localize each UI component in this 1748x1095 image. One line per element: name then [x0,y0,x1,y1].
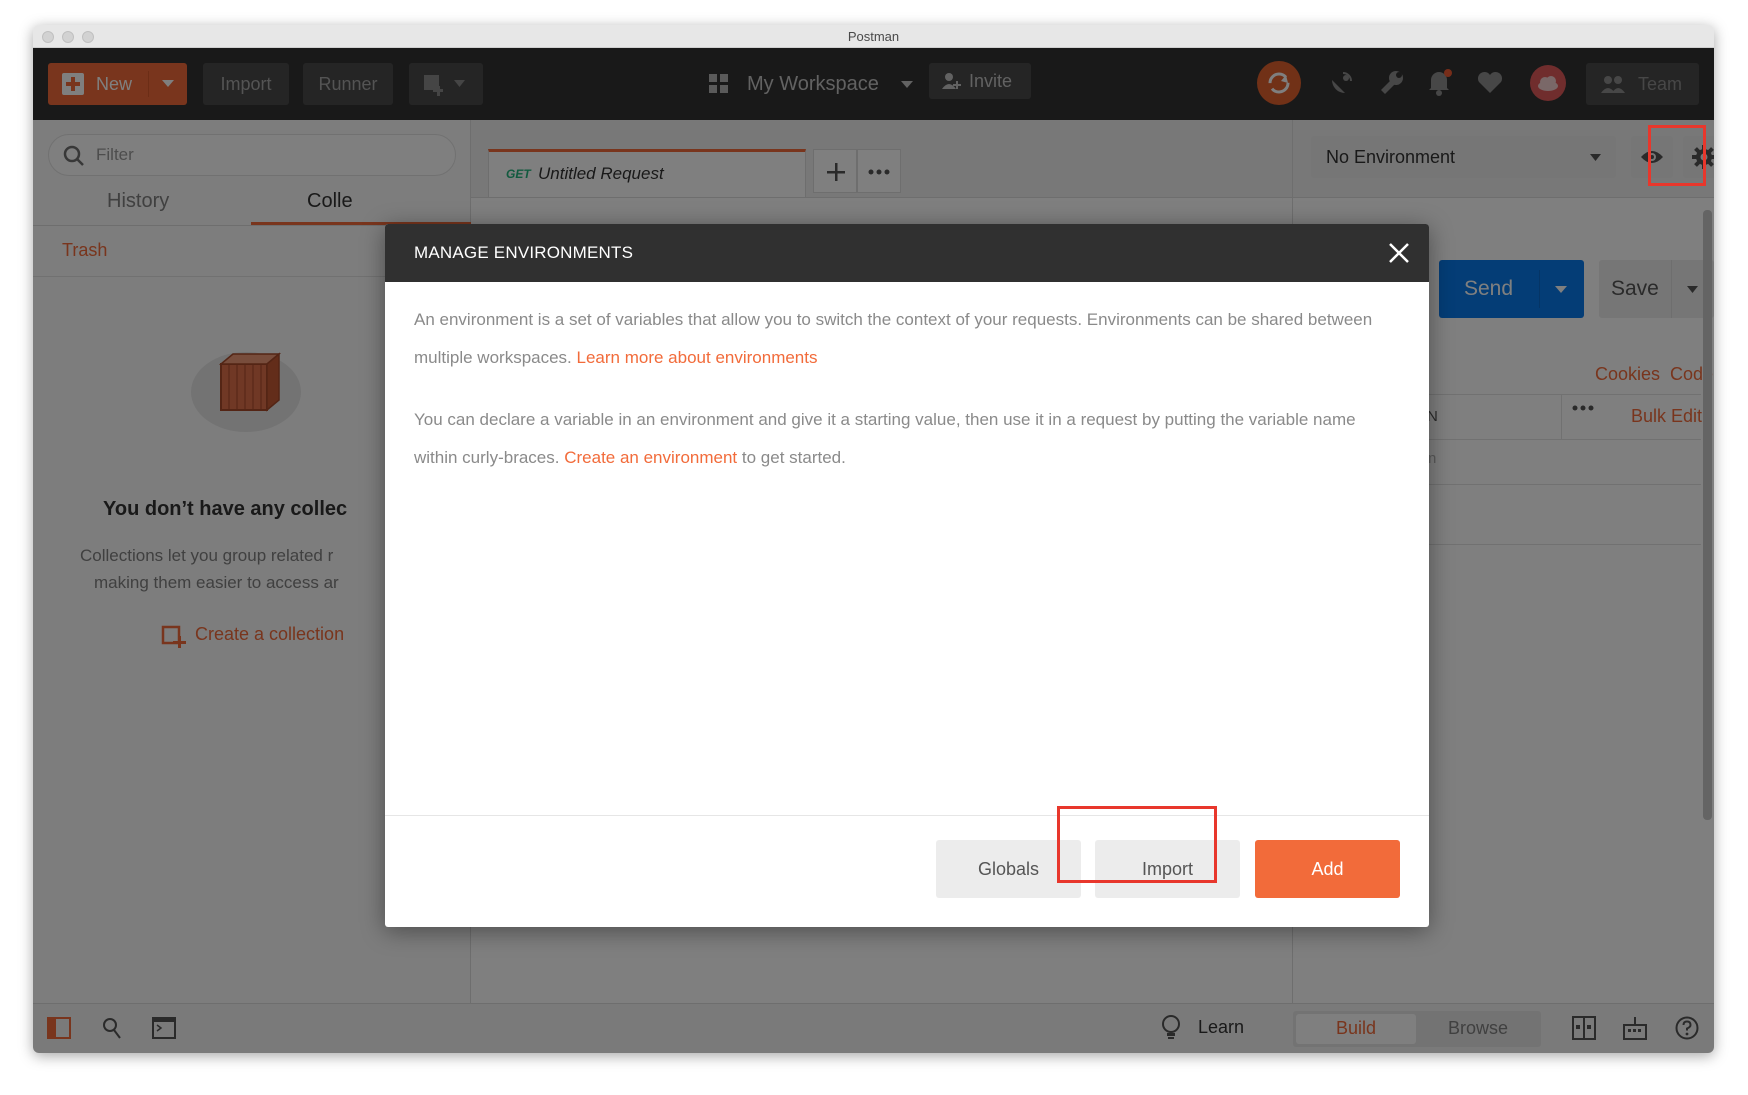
gear-highlight-box [1648,125,1706,186]
import-highlight-box [1057,806,1217,883]
environment-description-text: An environment is a set of variables tha… [414,310,1373,367]
variable-description-suffix: to get started. [737,448,846,467]
variable-description-text: You can declare a variable in an environ… [414,410,1356,467]
variable-description: You can declare a variable in an environ… [414,401,1402,477]
learn-more-environments-link[interactable]: Learn more about environments [577,348,818,367]
create-environment-link[interactable]: Create an environment [564,448,737,467]
modal-title: MANAGE ENVIRONMENTS [414,243,634,262]
minimize-window-button[interactable] [62,31,74,43]
add-environment-button[interactable]: Add [1255,840,1400,898]
modal-footer: Globals Import Add [385,815,1429,927]
app-window: Postman New Import Runner [33,25,1714,1053]
manage-environments-modal: MANAGE ENVIRONMENTS An environment is a … [385,224,1429,927]
title-bar: Postman [33,25,1714,48]
zoom-window-button[interactable] [82,31,94,43]
modal-body: An environment is a set of variables tha… [414,301,1402,477]
close-icon[interactable] [1388,242,1410,264]
modal-header: MANAGE ENVIRONMENTS [385,224,1429,282]
environment-description: An environment is a set of variables tha… [414,301,1402,377]
close-window-button[interactable] [42,31,54,43]
window-title: Postman [847,29,900,44]
